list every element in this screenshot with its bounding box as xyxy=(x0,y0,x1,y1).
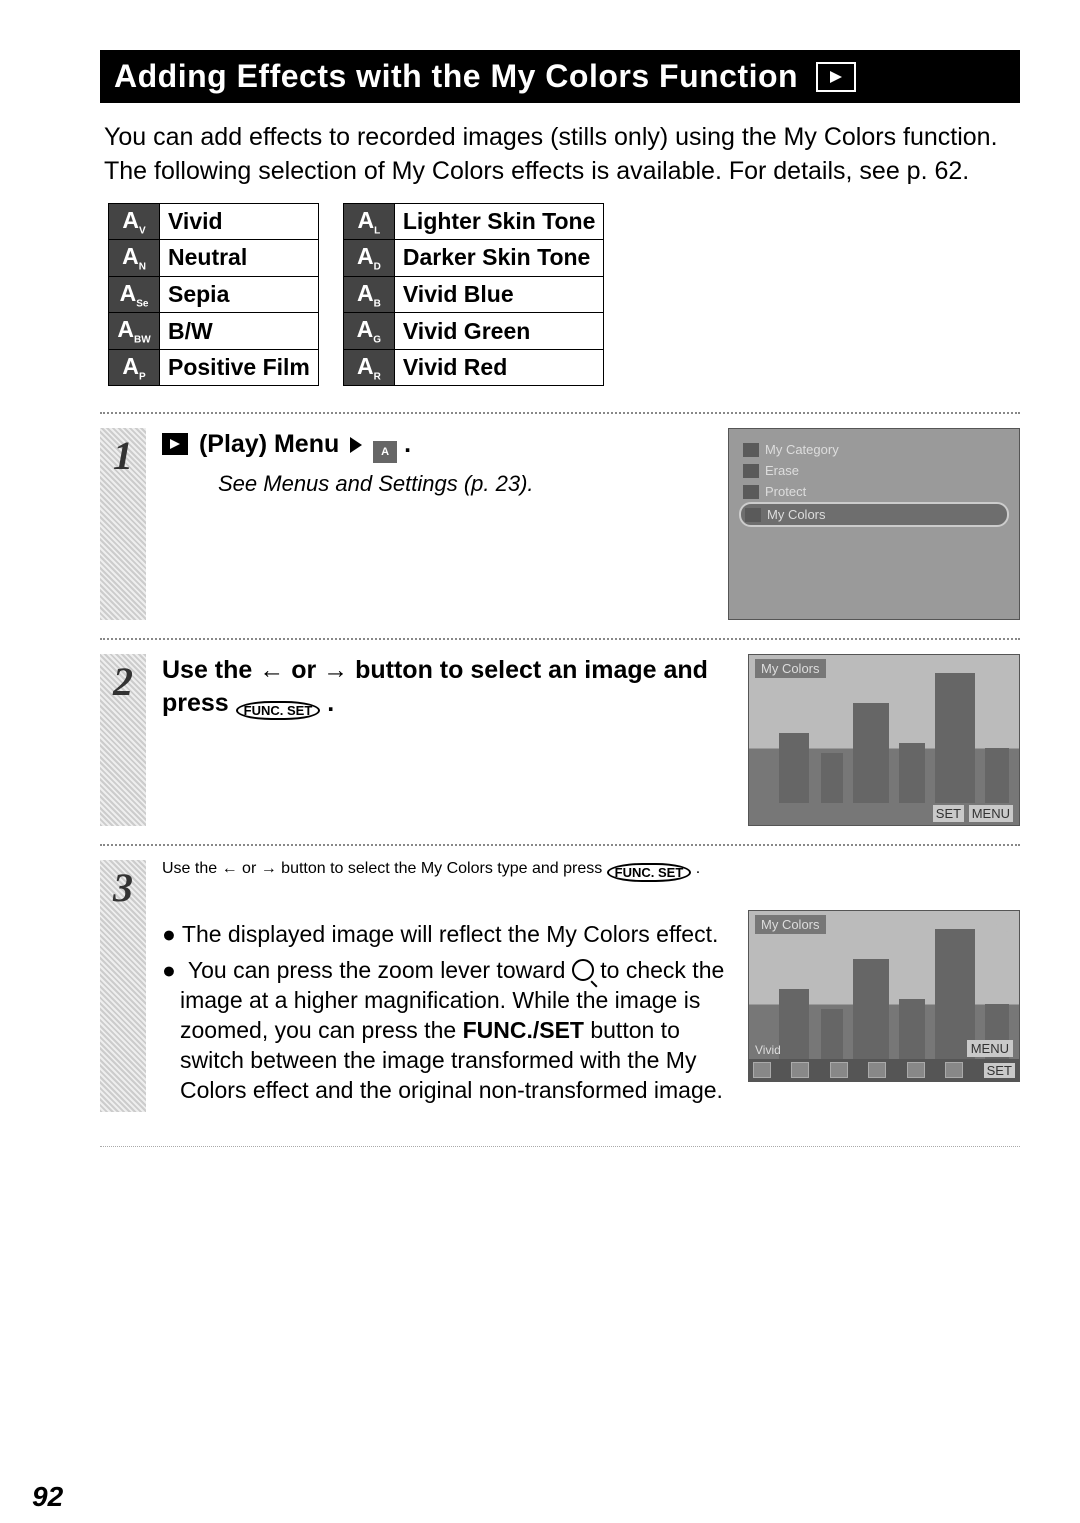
effect-label: Positive Film xyxy=(160,349,319,386)
effect-icon: AV xyxy=(109,203,160,240)
step1-heading: (Play) Menu A . xyxy=(162,428,710,463)
effect-label: Vivid Red xyxy=(394,349,604,386)
step-number-badge: 2 xyxy=(100,654,146,826)
magnify-icon xyxy=(572,959,594,981)
screenshot-select-type: My Colors Vivid MENU SET xyxy=(748,910,1020,1082)
effect-icon: AP xyxy=(109,349,160,386)
step-3: 3 Use the ← or → button to select the My… xyxy=(100,844,1020,1111)
func-set-button-icon: FUNC. SET xyxy=(236,701,321,720)
step2-heading: Use the ← or → button to select an image… xyxy=(162,654,730,720)
step-number-badge: 3 xyxy=(100,860,146,1111)
step3-heading: Use the ← or → button to select the My C… xyxy=(162,860,1020,882)
effect-label: Vivid Blue xyxy=(394,276,604,313)
screenshot-play-menu: My Category Erase Protect My Colors xyxy=(728,428,1020,620)
effect-icon: AD xyxy=(343,240,394,277)
left-arrow-icon: ← xyxy=(259,656,284,684)
step-number-badge: 1 xyxy=(100,428,146,620)
effect-icon: ASe xyxy=(109,276,160,313)
page-number: 92 xyxy=(32,1481,63,1513)
step3-bullet-1: The displayed image will reflect the My … xyxy=(162,920,730,950)
section-title-bar: Adding Effects with the My Colors Functi… xyxy=(100,50,1020,103)
effect-icon: AR xyxy=(343,349,394,386)
overlay-my-colors-label: My Colors xyxy=(755,659,826,678)
overlay-set-menu: SET MENU xyxy=(932,806,1013,821)
my-colors-menu-icon: A xyxy=(373,441,397,463)
func-set-button-icon: FUNC. SET xyxy=(607,863,692,882)
playback-mode-icon xyxy=(816,62,856,92)
overlay-effect-name: Vivid xyxy=(755,1043,781,1057)
effect-label: Lighter Skin Tone xyxy=(394,203,604,240)
effect-icon: AL xyxy=(343,203,394,240)
right-arrow-icon: → xyxy=(261,860,277,877)
section-title: Adding Effects with the My Colors Functi… xyxy=(114,58,798,95)
magnify-overlay-icon xyxy=(995,915,1013,933)
effects-table-right: ALLighter Skin Tone ADDarker Skin Tone A… xyxy=(343,203,605,387)
effect-label: Vivid xyxy=(160,203,319,240)
intro-paragraph: You can add effects to recorded images (… xyxy=(104,121,1016,189)
effect-icon: ABW xyxy=(109,313,160,350)
step-2: 2 Use the ← or → button to select an ima… xyxy=(100,638,1020,844)
screenshot-select-image: My Colors SET MENU xyxy=(748,654,1020,826)
effect-label: B/W xyxy=(160,313,319,350)
effects-tables: AVVivid ANNeutral ASeSepia ABWB/W APPosi… xyxy=(108,203,1020,387)
play-icon xyxy=(162,433,188,455)
step1-reference: See Menus and Settings (p. 23). xyxy=(218,469,710,498)
overlay-menu-label: MENU xyxy=(967,1040,1013,1057)
step-1: 1 (Play) Menu A . See Menus and Settings… xyxy=(100,412,1020,638)
bottom-rule xyxy=(100,1146,1020,1147)
step3-bullet-2: You can press the zoom lever toward to c… xyxy=(162,956,730,1105)
effect-label: Sepia xyxy=(160,276,319,313)
effects-table-left: AVVivid ANNeutral ASeSepia ABWB/W APPosi… xyxy=(108,203,319,387)
nav-arrow-icon xyxy=(350,437,362,453)
right-arrow-icon: → xyxy=(323,656,348,684)
effect-label: Neutral xyxy=(160,240,319,277)
effect-label: Darker Skin Tone xyxy=(394,240,604,277)
effect-label: Vivid Green xyxy=(394,313,604,350)
effect-icon: AN xyxy=(109,240,160,277)
effect-icon: AB xyxy=(343,276,394,313)
effect-picker-bar: SET xyxy=(749,1059,1019,1081)
overlay-my-colors-label: My Colors xyxy=(755,915,826,934)
effect-icon: AG xyxy=(343,313,394,350)
left-arrow-icon: ← xyxy=(222,860,238,877)
menu-selected-my-colors: My Colors xyxy=(739,502,1009,527)
